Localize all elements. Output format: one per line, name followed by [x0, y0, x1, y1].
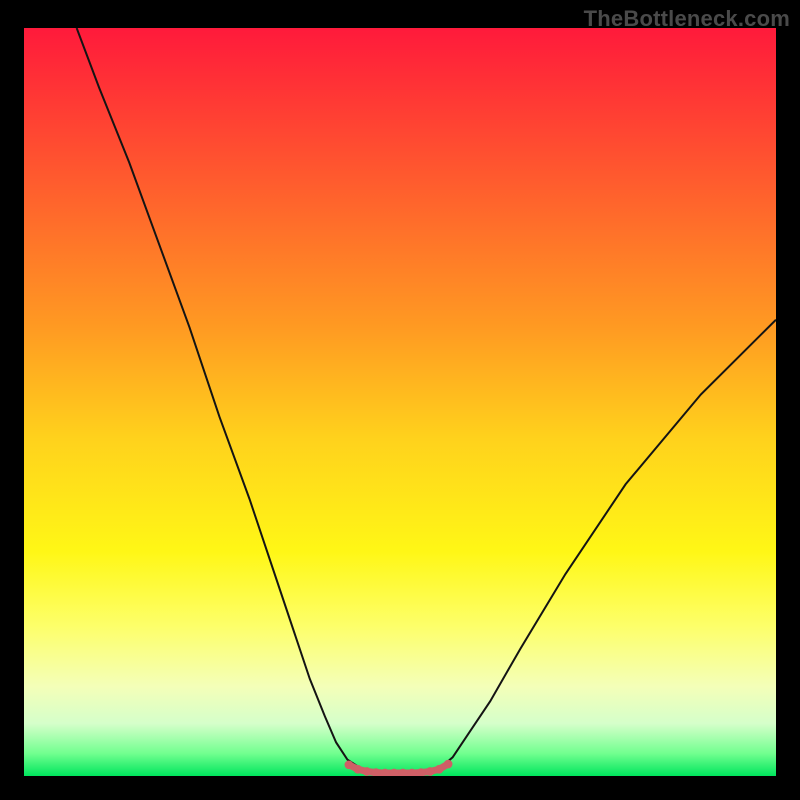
floor-marker-dot — [426, 767, 435, 776]
floor-marker-dot — [363, 767, 372, 776]
plot-area — [24, 28, 776, 776]
chart-frame: TheBottleneck.com — [0, 0, 800, 800]
floor-marker-dot — [435, 765, 444, 774]
series-left-branch — [77, 28, 359, 767]
floor-marker-dot — [345, 760, 354, 769]
curve-layer — [24, 28, 776, 776]
floor-marker-dot — [444, 760, 453, 769]
watermark-text: TheBottleneck.com — [584, 6, 790, 32]
floor-marker-dot — [354, 765, 363, 774]
series-right-branch — [441, 320, 776, 767]
